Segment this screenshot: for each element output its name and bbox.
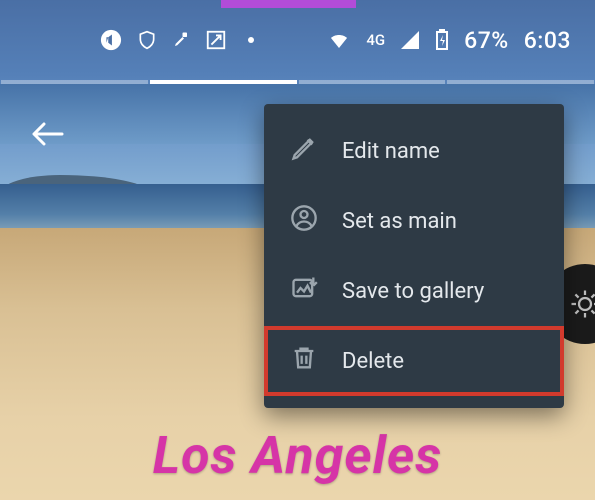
menu-item-label: Save to gallery bbox=[342, 279, 484, 304]
tab-segment-1[interactable] bbox=[150, 80, 297, 84]
menu-item-delete[interactable]: Delete bbox=[264, 326, 564, 396]
back-button[interactable] bbox=[31, 120, 65, 152]
top-accent-bar bbox=[221, 0, 356, 8]
trash-icon bbox=[290, 344, 318, 378]
screenshot-icon bbox=[205, 29, 227, 51]
tab-segment-0[interactable] bbox=[1, 80, 148, 84]
status-left bbox=[100, 29, 254, 51]
menu-item-label: Edit name bbox=[342, 139, 440, 164]
status-bar: 4G 67% 6:03 bbox=[0, 12, 595, 68]
menu-item-label: Set as main bbox=[342, 209, 457, 234]
clock-time: 6:03 bbox=[524, 27, 571, 54]
pencil-icon bbox=[290, 134, 318, 168]
wifi-icon bbox=[327, 30, 351, 50]
shield-icon bbox=[137, 29, 157, 51]
photo-caption: Los Angeles bbox=[0, 425, 595, 486]
menu-item-save-gallery[interactable]: Save to gallery bbox=[264, 256, 564, 326]
menu-item-edit-name[interactable]: Edit name bbox=[264, 116, 564, 186]
sound-icon bbox=[100, 29, 122, 51]
tab-segment-2[interactable] bbox=[299, 80, 446, 84]
signal-icon bbox=[400, 30, 420, 50]
menu-item-label: Delete bbox=[342, 349, 404, 374]
photo-pager-tabs[interactable] bbox=[0, 80, 595, 84]
battery-percent: 67% bbox=[464, 27, 509, 54]
status-dot-icon bbox=[248, 37, 254, 43]
person-circle-icon bbox=[290, 204, 318, 238]
battery-icon bbox=[435, 29, 449, 51]
network-label: 4G bbox=[366, 31, 385, 49]
photo-options-menu: Edit name Set as main Save to gallery De… bbox=[264, 104, 564, 408]
save-image-icon bbox=[290, 274, 318, 308]
menu-item-set-main[interactable]: Set as main bbox=[264, 186, 564, 256]
tab-segment-3[interactable] bbox=[447, 80, 594, 84]
status-right: 4G 67% 6:03 bbox=[327, 27, 571, 54]
eyedropper-icon bbox=[172, 29, 190, 51]
screen: 4G 67% 6:03 Edit name bbox=[0, 0, 595, 500]
